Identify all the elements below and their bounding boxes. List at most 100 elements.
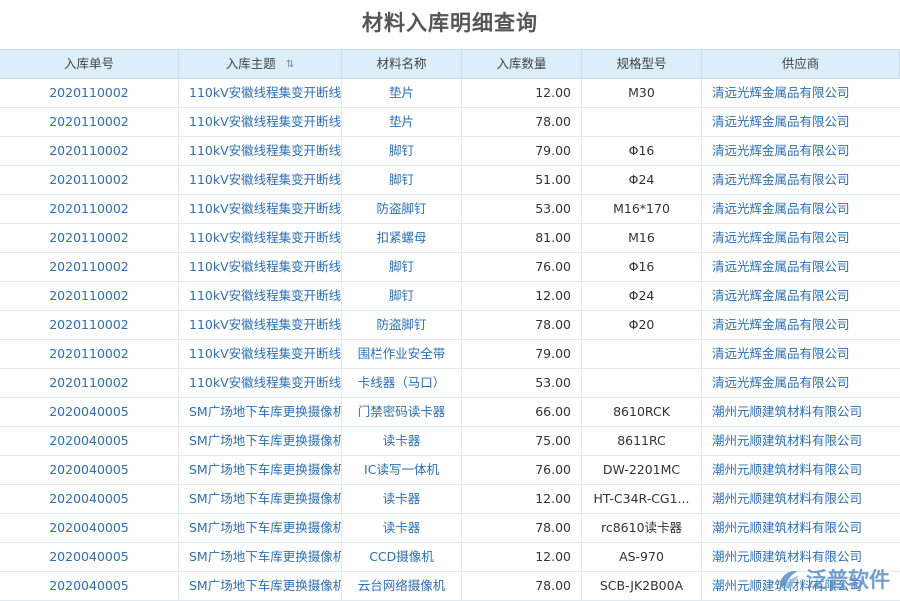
table-row[interactable]: 2020110002 110kV安徽线程集变开断线 围栏作业安全带 79.00 清远光辉… [0,340,900,369]
cell-inbound-subject[interactable]: 110kV安徽线程集变开断线 [179,137,342,165]
cell-inbound-subject[interactable]: 110kV安徽线程集变开断线 [179,195,342,223]
cell-inbound-no[interactable]: 2020110002 [0,224,179,252]
cell-quantity: 12.00 [462,485,582,513]
cell-inbound-subject[interactable]: SM广场地下车库更换摄像机 [179,485,342,513]
table-row[interactable]: 2020110002 110kV安徽线程集变开断线 卡线器（马口） 53.00 清远光辉… [0,369,900,398]
cell-inbound-subject[interactable]: 110kV安徽线程集变开断线 [179,253,342,281]
cell-supplier[interactable]: 清远光辉金属品有限公司 [702,311,900,339]
table-row[interactable]: 2020040005 SM广场地下车库更换摄像机 门禁密码读卡器 66.00 8610R… [0,398,900,427]
cell-inbound-no[interactable]: 2020110002 [0,311,179,339]
cell-supplier[interactable]: 潮州元顺建筑材料有限公司 [702,485,900,513]
cell-inbound-no[interactable]: 2020110002 [0,195,179,223]
cell-material-name[interactable]: CCD摄像机 [342,543,462,571]
cell-material-name[interactable]: 围栏作业安全带 [342,340,462,368]
cell-material-name[interactable]: 读卡器 [342,485,462,513]
table-row[interactable]: 2020040005 SM广场地下车库更换摄像机 云台网络摄像机 78.00 SCB-J… [0,572,900,601]
table-row[interactable]: 2020110002 110kV安徽线程集变开断线 脚钉 12.00 Φ24 清远光辉金属… [0,282,900,311]
cell-inbound-no[interactable]: 2020110002 [0,369,179,397]
cell-material-name[interactable]: 防盗脚钉 [342,311,462,339]
cell-supplier[interactable]: 潮州元顺建筑材料有限公司 [702,398,900,426]
cell-supplier[interactable]: 清远光辉金属品有限公司 [702,224,900,252]
cell-inbound-no[interactable]: 2020110002 [0,137,179,165]
cell-supplier[interactable]: 潮州元顺建筑材料有限公司 [702,456,900,484]
cell-supplier[interactable]: 清远光辉金属品有限公司 [702,79,900,107]
cell-material-name[interactable]: 云台网络摄像机 [342,572,462,600]
cell-inbound-subject[interactable]: SM广场地下车库更换摄像机 [179,543,342,571]
cell-inbound-no[interactable]: 2020110002 [0,282,179,310]
column-header-inbound-no[interactable]: 入库单号 [0,50,179,78]
cell-material-name[interactable]: 门禁密码读卡器 [342,398,462,426]
cell-inbound-subject[interactable]: 110kV安徽线程集变开断线 [179,311,342,339]
watermark: 泛普软件 [776,564,890,594]
table-row[interactable]: 2020110002 110kV安徽线程集变开断线 防盗脚钉 78.00 Φ20 清远光辉… [0,311,900,340]
cell-material-name[interactable]: 脚钉 [342,282,462,310]
cell-supplier[interactable]: 清远光辉金属品有限公司 [702,108,900,136]
column-header-supplier[interactable]: 供应商 [702,50,900,78]
cell-inbound-subject[interactable]: SM广场地下车库更换摄像机 [179,427,342,455]
table-row[interactable]: 2020040005 SM广场地下车库更换摄像机 读卡器 75.00 8611RC 潮州元… [0,427,900,456]
cell-supplier[interactable]: 清远光辉金属品有限公司 [702,369,900,397]
cell-material-name[interactable]: 读卡器 [342,514,462,542]
cell-material-name[interactable]: 卡线器（马口） [342,369,462,397]
cell-inbound-subject[interactable]: 110kV安徽线程集变开断线 [179,282,342,310]
cell-supplier[interactable]: 清远光辉金属品有限公司 [702,195,900,223]
cell-material-name[interactable]: IC读写一体机 [342,456,462,484]
cell-supplier[interactable]: 清远光辉金属品有限公司 [702,253,900,281]
table-row[interactable]: 2020110002 110kV安徽线程集变开断线 垫片 78.00 清远光辉金属品有限… [0,108,900,137]
cell-inbound-subject[interactable]: 110kV安徽线程集变开断线 [179,340,342,368]
cell-inbound-no[interactable]: 2020110002 [0,108,179,136]
cell-inbound-subject[interactable]: SM广场地下车库更换摄像机 [179,572,342,600]
sort-icon[interactable]: ⇅ [286,51,294,79]
column-header-inbound-subject[interactable]: 入库主题 ⇅ [179,50,342,78]
cell-material-name[interactable]: 读卡器 [342,427,462,455]
cell-inbound-no[interactable]: 2020110002 [0,340,179,368]
cell-inbound-no[interactable]: 2020110002 [0,253,179,281]
cell-inbound-subject[interactable]: 110kV安徽线程集变开断线 [179,166,342,194]
cell-inbound-no[interactable]: 2020040005 [0,485,179,513]
column-header-spec-model[interactable]: 规格型号 [582,50,702,78]
cell-inbound-subject[interactable]: 110kV安徽线程集变开断线 [179,224,342,252]
cell-inbound-subject[interactable]: 110kV安徽线程集变开断线 [179,108,342,136]
table-row[interactable]: 2020040005 SM广场地下车库更换摄像机 IC读写一体机 76.00 DW-22… [0,456,900,485]
cell-supplier[interactable]: 潮州元顺建筑材料有限公司 [702,514,900,542]
table-row[interactable]: 2020110002 110kV安徽线程集变开断线 扣紧螺母 81.00 M16 清远光辉… [0,224,900,253]
cell-supplier[interactable]: 清远光辉金属品有限公司 [702,137,900,165]
column-header-material-name[interactable]: 材料名称 [342,50,462,78]
cell-supplier[interactable]: 清远光辉金属品有限公司 [702,166,900,194]
table-row[interactable]: 2020110002 110kV安徽线程集变开断线 脚钉 76.00 Φ16 清远光辉金属… [0,253,900,282]
table-row[interactable]: 2020040005 SM广场地下车库更换摄像机 读卡器 78.00 rc8610读卡器… [0,514,900,543]
column-header-quantity[interactable]: 入库数量 [462,50,582,78]
cell-material-name[interactable]: 脚钉 [342,253,462,281]
cell-inbound-no[interactable]: 2020110002 [0,166,179,194]
cell-supplier[interactable]: 潮州元顺建筑材料有限公司 [702,427,900,455]
cell-inbound-subject[interactable]: SM广场地下车库更换摄像机 [179,456,342,484]
cell-material-name[interactable]: 脚钉 [342,166,462,194]
cell-inbound-no[interactable]: 2020040005 [0,427,179,455]
cell-quantity: 66.00 [462,398,582,426]
cell-quantity: 53.00 [462,195,582,223]
cell-material-name[interactable]: 脚钉 [342,137,462,165]
cell-material-name[interactable]: 防盗脚钉 [342,195,462,223]
cell-inbound-no[interactable]: 2020040005 [0,398,179,426]
cell-inbound-no[interactable]: 2020110002 [0,79,179,107]
table-row[interactable]: 2020110002 110kV安徽线程集变开断线 垫片 12.00 M30 清远光辉金属… [0,79,900,108]
cell-inbound-subject[interactable]: 110kV安徽线程集变开断线 [179,369,342,397]
cell-inbound-subject[interactable]: 110kV安徽线程集变开断线 [179,79,342,107]
cell-material-name[interactable]: 扣紧螺母 [342,224,462,252]
cell-quantity: 53.00 [462,369,582,397]
cell-inbound-no[interactable]: 2020040005 [0,514,179,542]
cell-supplier[interactable]: 清远光辉金属品有限公司 [702,282,900,310]
table-row[interactable]: 2020040005 SM广场地下车库更换摄像机 读卡器 12.00 HT-C34R-C… [0,485,900,514]
table-row[interactable]: 2020110002 110kV安徽线程集变开断线 脚钉 79.00 Φ16 清远光辉金属… [0,137,900,166]
table-row[interactable]: 2020110002 110kV安徽线程集变开断线 脚钉 51.00 Φ24 清远光辉金属… [0,166,900,195]
cell-material-name[interactable]: 垫片 [342,108,462,136]
table-row[interactable]: 2020040005 SM广场地下车库更换摄像机 CCD摄像机 12.00 AS-970… [0,543,900,572]
cell-inbound-no[interactable]: 2020040005 [0,456,179,484]
cell-supplier[interactable]: 清远光辉金属品有限公司 [702,340,900,368]
cell-inbound-no[interactable]: 2020040005 [0,572,179,600]
table-row[interactable]: 2020110002 110kV安徽线程集变开断线 防盗脚钉 53.00 M16*170… [0,195,900,224]
cell-inbound-subject[interactable]: SM广场地下车库更换摄像机 [179,514,342,542]
cell-material-name[interactable]: 垫片 [342,79,462,107]
cell-inbound-subject[interactable]: SM广场地下车库更换摄像机 [179,398,342,426]
cell-inbound-no[interactable]: 2020040005 [0,543,179,571]
